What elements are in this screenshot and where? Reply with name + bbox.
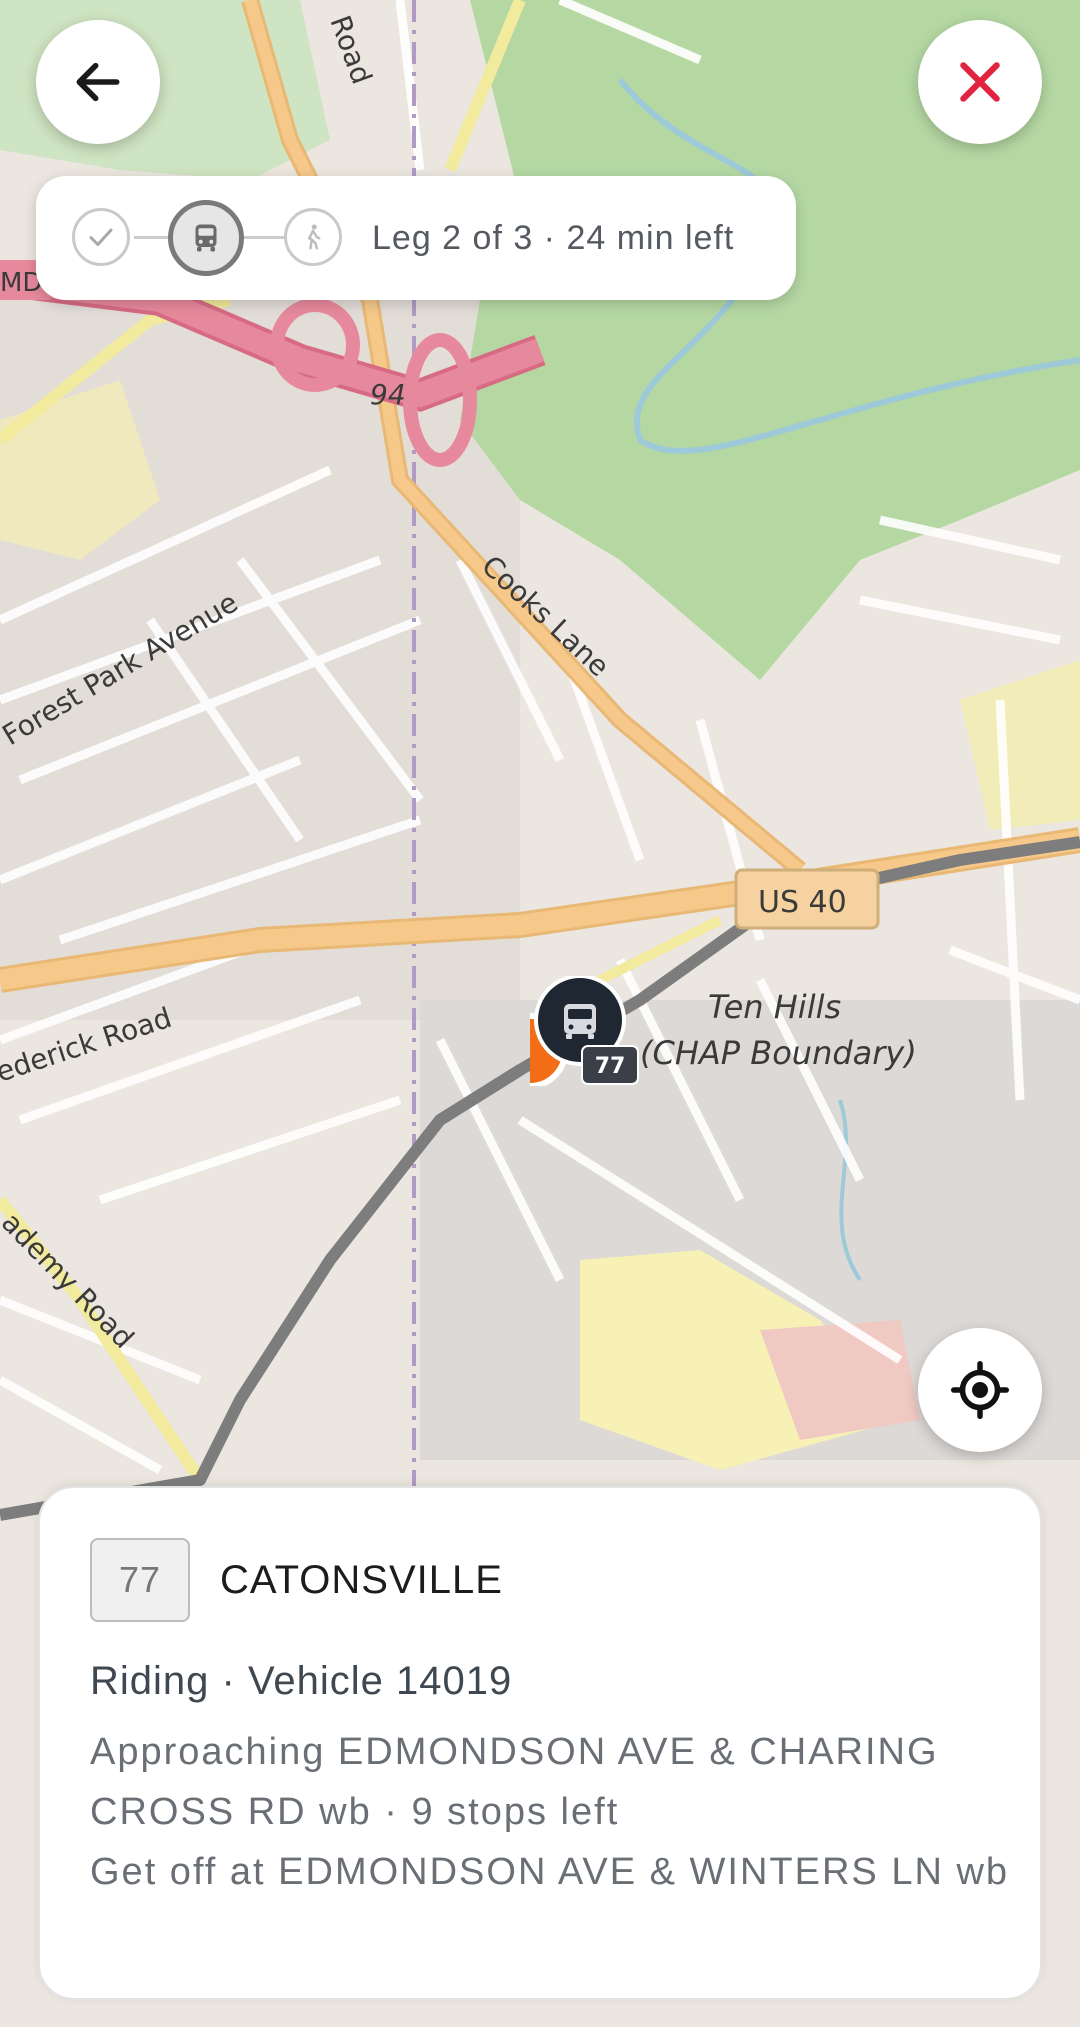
walk-icon [308, 224, 321, 250]
trip-info-card: 77 CATONSVILLE Riding · Vehicle 14019 Ap… [38, 1486, 1042, 2000]
bus-icon [195, 224, 217, 252]
close-x-icon [960, 62, 1000, 102]
highway-us40-label: US 40 [758, 885, 847, 920]
leg-status-text: Leg 2 of 3 · 24 min left [372, 219, 735, 257]
back-button[interactable] [36, 20, 160, 144]
locate-me-button[interactable] [918, 1328, 1042, 1452]
arrow-left-icon [76, 62, 120, 102]
trip-progress-pill: Leg 2 of 3 · 24 min left [36, 176, 796, 300]
approaching-stop-text: Approaching EDMONDSON AVE & CHARING CROS… [90, 1731, 939, 1833]
highway-94-label: 94 [370, 378, 406, 411]
riding-status: Riding · Vehicle 14019 [90, 1659, 513, 1703]
route-name: CATONSVILLE [220, 1558, 503, 1602]
vehicle-route-badge: 77 [595, 1054, 626, 1079]
check-icon [89, 228, 113, 246]
bus-icon [564, 1004, 596, 1039]
chap-boundary-label: (CHAP Boundary) [640, 1034, 917, 1072]
vehicle-marker[interactable]: 77 [530, 976, 640, 1086]
step-upcoming [284, 208, 342, 266]
route-number-badge: 77 [90, 1538, 190, 1622]
crosshair-locate-icon [951, 1361, 1009, 1419]
ten-hills-label: Ten Hills [708, 988, 841, 1026]
get-off-stop-text: Get off at EDMONDSON AVE & WINTERS LN wb [90, 1851, 1010, 1893]
close-button[interactable] [918, 20, 1042, 144]
step-active [168, 200, 244, 276]
step-done [72, 208, 130, 266]
